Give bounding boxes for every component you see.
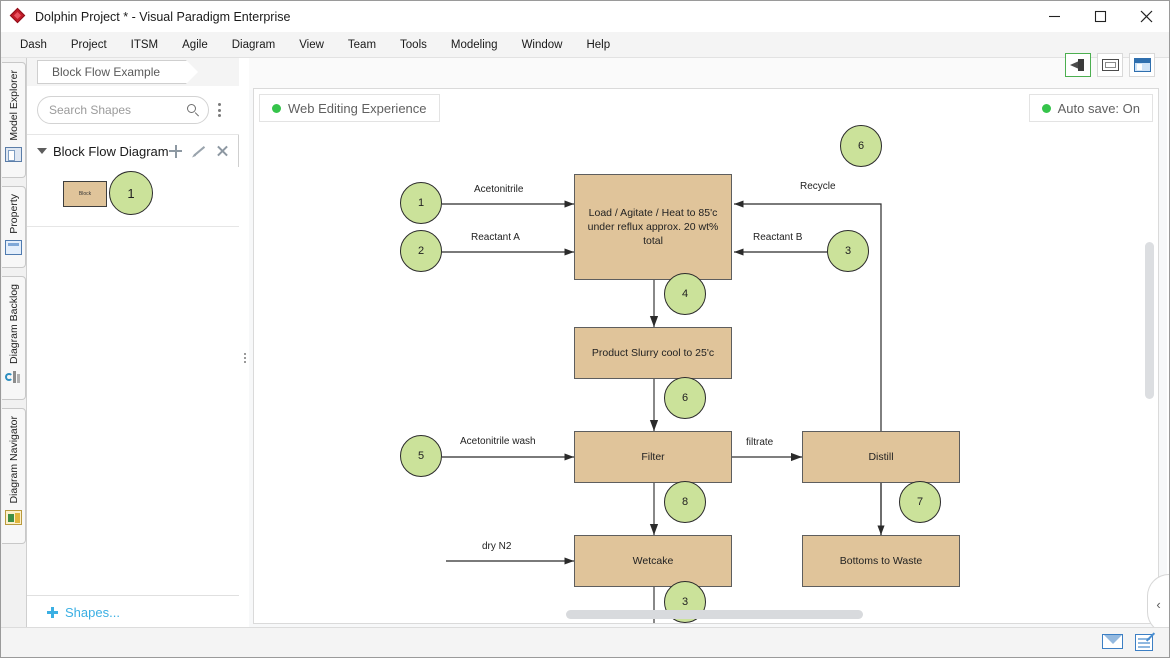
editor-toolbar	[249, 53, 1167, 90]
menu-item-diagram[interactable]: Diagram	[223, 35, 284, 55]
shape-group-title: Block Flow Diagram	[53, 143, 169, 159]
maximize-button[interactable]	[1077, 1, 1123, 32]
title-bar: Dolphin Project * - Visual Paradigm Ente…	[1, 1, 1169, 32]
document-tab-block-flow-example[interactable]: Block Flow Example	[37, 60, 201, 86]
vertical-tab-label: Model Explorer	[7, 70, 20, 141]
search-row	[27, 86, 239, 134]
diagram-node-wetcake[interactable]: Wetcake	[574, 535, 732, 587]
vertical-tab-strip: Model Explorer Property Diagram Backlog …	[1, 58, 27, 628]
diagram-backlog-icon	[5, 370, 22, 385]
vertical-tab-diagram-navigator[interactable]: Diagram Navigator	[2, 408, 26, 544]
diagram-navigator-icon	[5, 509, 22, 525]
diagram-marker-4[interactable]: 4	[664, 273, 706, 315]
sidebar-body	[27, 227, 239, 595]
shape-group-actions	[169, 144, 229, 158]
edge-label-recycle: Recycle	[800, 181, 836, 192]
shape-palette: Block 1	[27, 167, 239, 227]
menu-item-help[interactable]: Help	[577, 35, 619, 55]
close-button[interactable]	[1123, 1, 1169, 32]
diagram-marker-3[interactable]: 3	[827, 230, 869, 272]
search-input[interactable]	[47, 102, 187, 118]
caret-down-icon[interactable]	[37, 148, 47, 154]
add-shapes-row[interactable]: Shapes...	[27, 595, 239, 628]
menu-item-itsm[interactable]: ITSM	[122, 35, 167, 55]
diagram-marker-5[interactable]: 5	[400, 435, 442, 477]
diagram-marker-8[interactable]: 8	[664, 481, 706, 523]
plus-icon	[47, 606, 58, 618]
search-shapes-box[interactable]	[37, 96, 209, 124]
diagram-editor: Web Editing Experience Auto save: On Loa…	[249, 53, 1167, 628]
minimize-button[interactable]	[1031, 1, 1077, 32]
edge-label-dry-n2: dry N2	[482, 541, 512, 552]
diagram-marker-2[interactable]: 2	[400, 230, 442, 272]
window-controls	[1031, 1, 1169, 32]
canvas-horizontal-scrollbar[interactable]	[566, 610, 863, 619]
right-panel-collapse-handle[interactable]: ‹	[1147, 574, 1169, 634]
mail-icon[interactable]	[1102, 634, 1123, 649]
vertical-tab-label: Diagram Backlog	[7, 284, 20, 364]
sidebar-panel: Block Flow Example Block Flow Diagram Bl…	[27, 58, 239, 628]
menu-item-project[interactable]: Project	[62, 35, 116, 55]
close-group-icon[interactable]	[216, 145, 229, 158]
panel-splitter-handle[interactable]	[242, 351, 248, 365]
application-window: Dolphin Project * - Visual Paradigm Ente…	[0, 0, 1170, 658]
app-logo-icon	[9, 7, 27, 25]
panel-layout-icon[interactable]	[1129, 53, 1155, 77]
vertical-tab-property[interactable]: Property	[2, 186, 26, 268]
add-shapes-link[interactable]: Shapes...	[65, 605, 120, 620]
menu-item-window[interactable]: Window	[513, 35, 572, 55]
vertical-tab-model-explorer[interactable]: Model Explorer	[2, 62, 26, 178]
menu-bar: Dash Project ITSM Agile Diagram View Tea…	[1, 32, 1169, 58]
menu-item-view[interactable]: View	[290, 35, 333, 55]
search-icon	[187, 103, 200, 117]
vertical-tab-diagram-backlog[interactable]: Diagram Backlog	[2, 276, 26, 400]
feedback-megaphone-icon[interactable]	[1065, 53, 1091, 77]
fit-to-window-icon[interactable]	[1097, 53, 1123, 77]
edge-label-acetonitrile-wash: Acetonitrile wash	[460, 436, 536, 447]
diagram-node-bottoms-to-waste[interactable]: Bottoms to Waste	[802, 535, 960, 587]
edge-label-filtrate: filtrate	[746, 437, 774, 448]
menu-item-dash[interactable]: Dash	[11, 35, 56, 55]
shape-group-header[interactable]: Block Flow Diagram	[27, 135, 239, 167]
block-flow-diagram: Load / Agitate / Heat to 85'c under refl…	[254, 89, 1158, 623]
diagram-marker-6-mid[interactable]: 6	[664, 377, 706, 419]
vertical-tab-label: Property	[7, 194, 20, 234]
menu-item-agile[interactable]: Agile	[173, 35, 217, 55]
canvas-vertical-scrollbar[interactable]	[1145, 242, 1154, 399]
add-shape-icon[interactable]	[169, 144, 182, 158]
window-title: Dolphin Project * - Visual Paradigm Ente…	[35, 9, 291, 24]
diagram-marker-6-top[interactable]: 6	[840, 125, 882, 167]
note-edit-icon[interactable]	[1135, 634, 1153, 651]
diagram-node-distill[interactable]: Distill	[802, 431, 960, 483]
model-explorer-icon	[5, 146, 22, 162]
diagram-marker-1[interactable]: 1	[400, 182, 442, 224]
edge-label-acetonitrile: Acetonitrile	[474, 184, 524, 195]
status-bar	[1, 627, 1169, 657]
vertical-tab-label: Diagram Navigator	[7, 416, 20, 504]
palette-shape-circle[interactable]: 1	[109, 171, 153, 215]
diagram-node-filter[interactable]: Filter	[574, 431, 732, 483]
diagram-node-product-slurry[interactable]: Product Slurry cool to 25'c	[574, 327, 732, 379]
diagram-node-load[interactable]: Load / Agitate / Heat to 85'c under refl…	[574, 174, 732, 280]
kebab-menu-icon[interactable]	[215, 100, 224, 120]
menu-item-team[interactable]: Team	[339, 35, 385, 55]
document-tab-row: Block Flow Example	[27, 58, 239, 86]
menu-item-tools[interactable]: Tools	[391, 35, 436, 55]
edge-label-reactant-b: Reactant B	[753, 232, 803, 243]
menu-item-modeling[interactable]: Modeling	[442, 35, 507, 55]
editor-toolbar-buttons	[1065, 53, 1155, 77]
diagram-canvas[interactable]: Web Editing Experience Auto save: On Loa…	[253, 88, 1159, 624]
palette-shape-block[interactable]: Block	[63, 181, 107, 207]
edge-label-reactant-a: Reactant A	[471, 232, 520, 243]
property-icon	[5, 239, 22, 255]
diagram-marker-7[interactable]: 7	[899, 481, 941, 523]
edit-shape-icon[interactable]	[192, 145, 206, 158]
status-bar-icons	[1102, 634, 1153, 651]
